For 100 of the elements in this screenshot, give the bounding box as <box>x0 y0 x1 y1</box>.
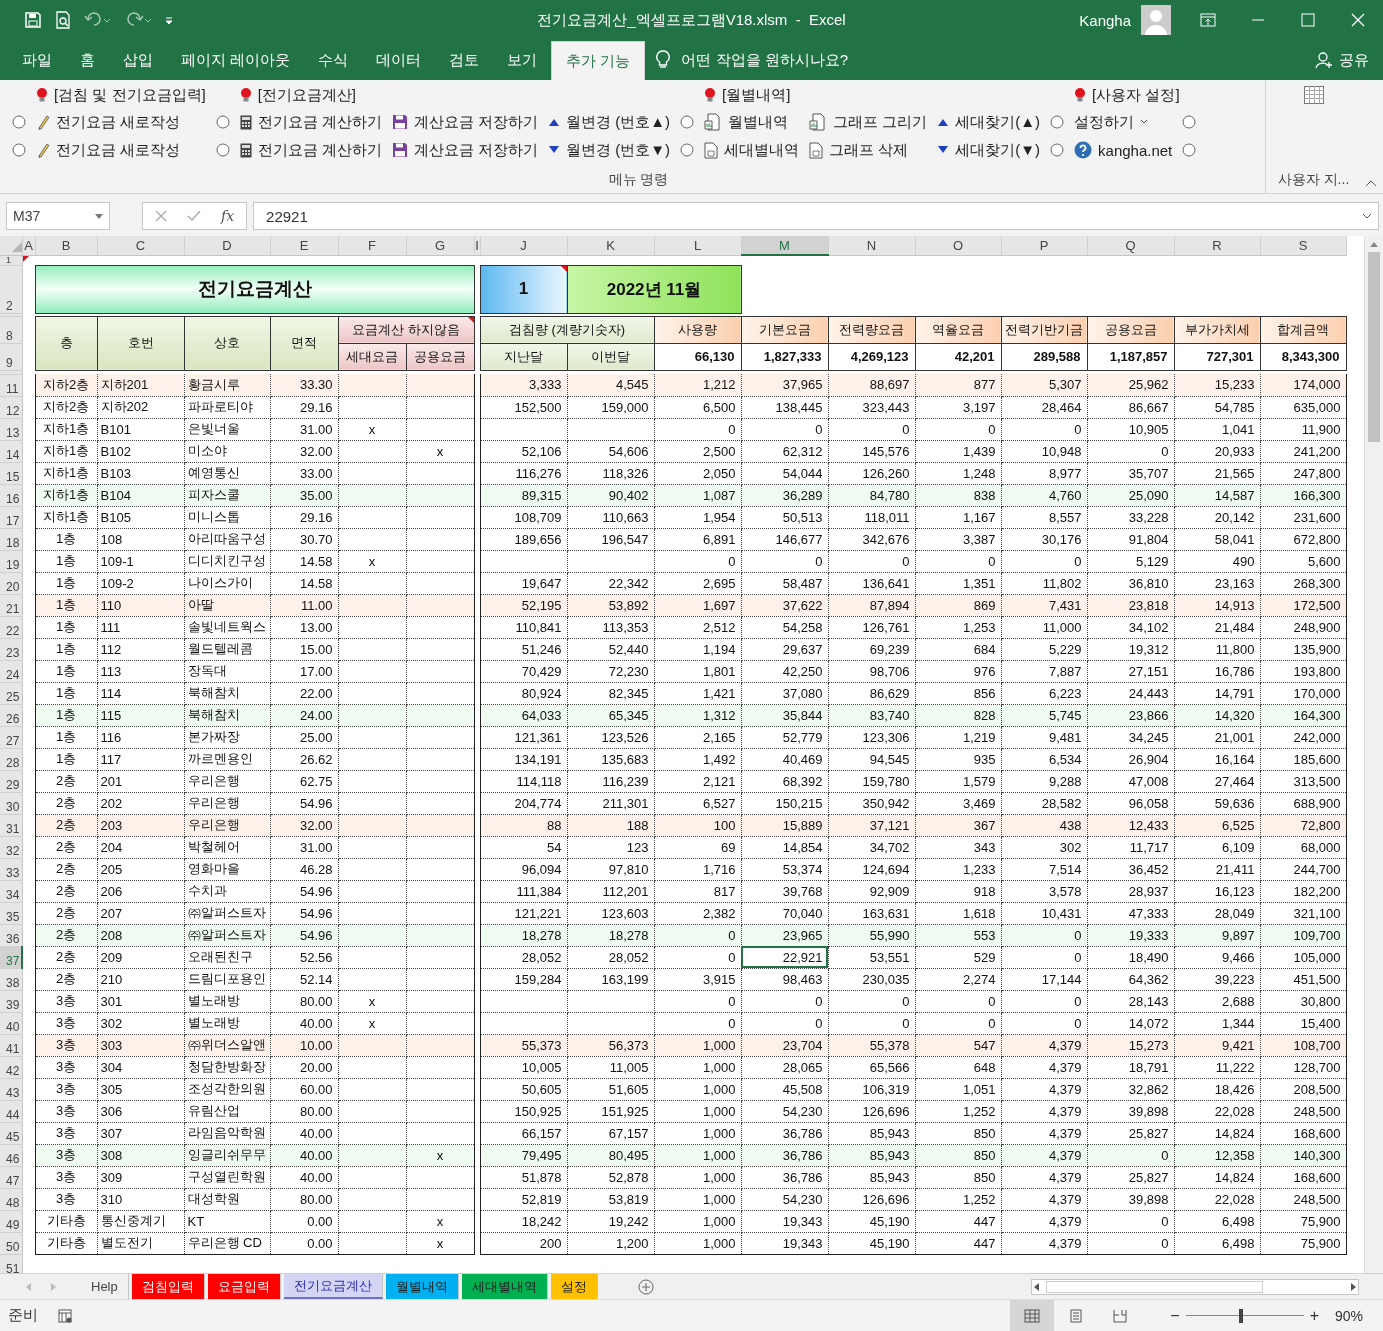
row-number[interactable]: 15 <box>0 462 22 484</box>
row-number[interactable]: 28 <box>0 748 22 770</box>
ribbon-tab[interactable]: 데이터 <box>362 40 436 80</box>
row-number[interactable]: 25 <box>0 682 22 704</box>
row-number[interactable]: 22 <box>0 616 22 638</box>
row-number[interactable]: 14 <box>0 440 22 462</box>
command-button[interactable]: 계산요금 저장하기 <box>391 138 538 162</box>
ribbon-tab[interactable]: 페이지 레이아웃 <box>167 40 305 80</box>
command-button[interactable]: 계산요금 저장하기 <box>391 110 538 134</box>
column-header[interactable]: I <box>474 236 480 255</box>
ribbon-tab[interactable]: 추가 기능 <box>551 41 646 80</box>
row-number[interactable]: 40 <box>0 1012 22 1034</box>
add-sheet-icon[interactable] <box>637 1278 654 1295</box>
command-button[interactable]: 설정하기 <box>1074 110 1173 134</box>
ribbon-display-icon[interactable] <box>1200 13 1216 27</box>
column-header[interactable]: M <box>741 236 828 255</box>
radio-button[interactable] <box>1050 115 1065 129</box>
row-number[interactable]: 20 <box>0 572 22 594</box>
row-number[interactable]: 11 <box>0 374 22 396</box>
row-number[interactable]: 17 <box>0 506 22 528</box>
zoom-in-button[interactable]: + <box>1309 1306 1319 1325</box>
maximize-icon[interactable] <box>1301 13 1315 27</box>
command-button[interactable]: 세대찾기(▼) <box>937 138 1041 162</box>
sheet-tab[interactable]: 설정 <box>550 1274 598 1299</box>
command-button[interactable]: 전기요금 계산하기 <box>239 110 382 134</box>
row-number[interactable]: 12 <box>0 396 22 418</box>
row-number[interactable]: 43 <box>0 1078 22 1100</box>
command-button[interactable]: 그래프 그리기 <box>809 110 928 134</box>
row-number[interactable]: 21 <box>0 594 22 616</box>
row-number[interactable]: 31 <box>0 814 22 836</box>
ribbon-tab[interactable]: 검토 <box>435 40 494 80</box>
command-button[interactable]: 세대별내역 <box>704 138 800 162</box>
scroll-thumb[interactable] <box>1368 252 1380 442</box>
row-number[interactable]: 16 <box>0 484 22 506</box>
row-number[interactable]: 47 <box>0 1166 22 1188</box>
row-number[interactable]: 48 <box>0 1188 22 1210</box>
command-button[interactable]: 그래프 삭제 <box>809 138 928 162</box>
row-number[interactable]: 26 <box>0 704 22 726</box>
radio-button[interactable] <box>215 115 230 129</box>
sheet-tab[interactable]: 검침입력 <box>131 1274 205 1299</box>
row-number[interactable]: 38 <box>0 968 22 990</box>
radio-button[interactable] <box>680 115 695 129</box>
user-name[interactable]: Kangha <box>1079 11 1131 29</box>
column-header[interactable]: L <box>654 236 741 255</box>
check-icon[interactable] <box>187 210 201 222</box>
zoom-out-button[interactable]: − <box>1170 1306 1180 1325</box>
row-number[interactable]: 49 <box>0 1210 22 1232</box>
row-number[interactable]: 35 <box>0 902 22 924</box>
row-number[interactable]: 46 <box>0 1144 22 1166</box>
row-number[interactable]: 8 <box>0 316 22 343</box>
row-number[interactable]: 18 <box>0 528 22 550</box>
column-header[interactable]: D <box>184 236 270 255</box>
column-header[interactable]: N <box>828 236 915 255</box>
row-number[interactable]: 2 <box>0 265 22 313</box>
row-number[interactable]: 34 <box>0 880 22 902</box>
formula-field[interactable]: 22921 <box>253 202 1379 230</box>
row-number[interactable]: 44 <box>0 1100 22 1122</box>
row-number[interactable]: 19 <box>0 550 22 572</box>
column-header[interactable]: Q <box>1087 236 1174 255</box>
row-number[interactable]: 9 <box>0 343 22 370</box>
command-button[interactable]: 월변경 (번호▼) <box>548 138 671 162</box>
ribbon-tab[interactable]: 수식 <box>304 40 363 80</box>
horizontal-scrollbar[interactable] <box>1031 1278 1359 1295</box>
row-number[interactable]: 24 <box>0 660 22 682</box>
radio-button[interactable] <box>1050 143 1065 157</box>
column-header[interactable]: E <box>270 236 338 255</box>
row-number[interactable]: 27 <box>0 726 22 748</box>
vertical-scrollbar[interactable] <box>1364 236 1383 1273</box>
command-button[interactable]: 전기요금 새로작성 <box>36 110 206 134</box>
column-header[interactable]: B <box>35 236 97 255</box>
command-button[interactable]: 전기요금 새로작성 <box>36 138 206 162</box>
radio-button[interactable] <box>12 143 26 157</box>
share-button[interactable]: 공유 <box>1315 40 1369 80</box>
command-button[interactable]: 월변경 (번호▲) <box>548 110 671 134</box>
column-header[interactable]: K <box>567 236 654 255</box>
column-header[interactable]: J <box>480 236 567 255</box>
row-number[interactable]: 42 <box>0 1056 22 1078</box>
row-number[interactable]: 33 <box>0 858 22 880</box>
scroll-right-icon[interactable] <box>1350 1282 1356 1291</box>
row-number[interactable]: 41 <box>0 1034 22 1056</box>
column-header[interactable]: C <box>97 236 184 255</box>
collapse-ribbon-icon[interactable] <box>1365 179 1377 187</box>
scroll-up-icon[interactable] <box>1369 240 1379 248</box>
radio-button[interactable] <box>1182 115 1197 129</box>
zoom-level[interactable]: 90% <box>1334 1307 1363 1324</box>
ribbon-tab[interactable]: 삽입 <box>109 40 167 80</box>
insert-function-button[interactable]: fx <box>221 208 235 224</box>
row-number[interactable]: 39 <box>0 990 22 1012</box>
ribbon-tab[interactable]: 파일 <box>8 40 66 80</box>
ribbon-tab[interactable]: 보기 <box>493 40 552 80</box>
radio-button[interactable] <box>680 143 695 157</box>
command-button[interactable]: 세대찾기(▲) <box>937 110 1041 134</box>
sheet-tab[interactable]: 월별내역 <box>385 1274 459 1299</box>
command-button[interactable]: kangha.net <box>1074 138 1173 162</box>
row-number[interactable]: 37 <box>0 946 22 968</box>
row-number[interactable]: 13 <box>0 418 22 440</box>
column-header[interactable]: S <box>1260 236 1346 255</box>
cancel-icon[interactable] <box>155 210 167 222</box>
macro-record-icon[interactable] <box>58 1308 72 1323</box>
table-cell[interactable]: 22,921 <box>741 946 828 968</box>
